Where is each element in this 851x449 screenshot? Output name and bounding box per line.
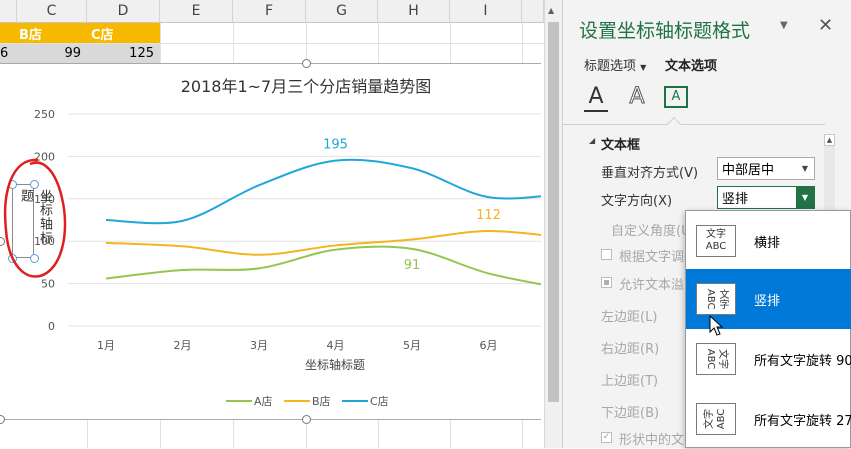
- y-tick-label: 250: [34, 108, 55, 121]
- stacked-text-icon: 文字ABC: [696, 283, 736, 315]
- text-direction-combo[interactable]: 竖排 ▼: [717, 186, 815, 209]
- rotate-270-text-icon: 文字ABC: [696, 403, 736, 435]
- cell-c-value[interactable]: 99: [17, 44, 87, 63]
- text-direction-label: 文字方向(X): [601, 194, 673, 209]
- wrap-checkbox[interactable]: ✓: [601, 432, 612, 443]
- top-margin-label: 上边距(T): [601, 374, 659, 389]
- vertical-scrollbar[interactable]: ▲: [544, 0, 562, 448]
- scrollbar-thumb[interactable]: [548, 22, 559, 402]
- chart-resize-handle-bottom-left[interactable]: [0, 415, 5, 424]
- column-header-g[interactable]: G: [306, 0, 378, 23]
- column-header-e[interactable]: E: [160, 0, 233, 23]
- dropdown-item-rotate-270[interactable]: 文字ABC 所有文字旋转 270°: [686, 389, 851, 449]
- x-tick-label: 3月: [250, 339, 268, 352]
- right-margin-label: 右边距(R): [601, 342, 660, 357]
- x-tick-label: 6月: [480, 339, 498, 352]
- legend: A店 B店 C店: [226, 394, 389, 408]
- bottom-margin-label: 下边距(B): [601, 406, 660, 421]
- tab-title-options[interactable]: 标题选项 ▼: [584, 55, 646, 74]
- x-axis-title[interactable]: 坐标轴标题: [305, 357, 365, 372]
- chart-title[interactable]: 2018年1~7月三个分店销量趋势图: [181, 77, 432, 96]
- custom-angle-label: 自定义角度(U): [611, 224, 696, 239]
- rotate-90-text-icon: 文字ABC: [696, 343, 736, 375]
- column-header-i[interactable]: I: [450, 0, 522, 23]
- cell-b-store-header[interactable]: B店: [0, 23, 87, 43]
- data-label: 195: [323, 138, 348, 153]
- divider: [563, 124, 825, 125]
- section-header-textbox[interactable]: 文本框: [601, 134, 640, 153]
- text-fill-icon[interactable]: A: [584, 86, 608, 112]
- valign-label: 垂直对齐方式(V): [601, 166, 699, 181]
- left-margin-label: 左边距(L): [601, 310, 658, 325]
- cell-c-store-header[interactable]: C店: [87, 23, 160, 43]
- column-header-h[interactable]: H: [378, 0, 450, 23]
- scroll-up-arrow-icon[interactable]: ▲: [824, 134, 835, 146]
- resize-checkbox[interactable]: [601, 249, 612, 260]
- spreadsheet: C D E F G H I B店 C店 6 99 125 2018年1~7月三个…: [0, 0, 544, 448]
- cell-d-value[interactable]: 125: [87, 44, 160, 63]
- data-label: 91: [404, 258, 421, 273]
- y-tick-label: 0: [48, 320, 55, 333]
- chart-resize-handle-bottom[interactable]: [302, 415, 311, 424]
- column-header-b-partial[interactable]: [0, 0, 17, 23]
- x-tick-label: 4月: [327, 339, 345, 352]
- text-box-icon[interactable]: A: [664, 86, 688, 108]
- gridlines: [68, 113, 541, 327]
- close-icon[interactable]: ✕: [818, 15, 833, 36]
- overflow-checkbox[interactable]: [601, 277, 612, 288]
- panel-menu-chevron-icon[interactable]: ▼: [780, 20, 788, 31]
- x-tick-label: 1月: [97, 339, 115, 352]
- line-chart[interactable]: 2018年1~7月三个分店销量趋势图 050100150200250 1月 2月 3…: [0, 64, 541, 421]
- x-tick-label: 5月: [403, 339, 421, 352]
- column-header-c[interactable]: C: [17, 0, 87, 23]
- column-header-d[interactable]: D: [87, 0, 160, 23]
- legend-label: C店: [370, 394, 389, 408]
- dropdown-item-rotate-90[interactable]: 文字ABC 所有文字旋转 90°: [686, 329, 851, 389]
- panel-title: 设置坐标轴标题格式: [579, 20, 751, 42]
- x-tick-label: 2月: [174, 339, 192, 352]
- chevron-down-icon[interactable]: ▼: [796, 187, 814, 208]
- tab-text-options[interactable]: 文本选项: [665, 55, 717, 74]
- dropdown-item-horizontal[interactable]: 文字 ABC 横排: [686, 211, 851, 271]
- chart-area[interactable]: 2018年1~7月三个分店销量趋势图 0 50 100 150 200 250 1月 2月 3…: [0, 59, 541, 424]
- series-line: [105, 245, 541, 286]
- series-lines: [105, 158, 541, 286]
- text-outline-icon[interactable]: A: [625, 85, 649, 112]
- collapse-triangle-icon[interactable]: ◢: [589, 136, 595, 145]
- column-header-j-partial[interactable]: [522, 0, 544, 23]
- x-ticks: 1月2月3月4月5月6月7月: [97, 339, 498, 352]
- valign-combo[interactable]: 中部居中 ▼: [717, 157, 815, 180]
- legend-label: B店: [312, 394, 331, 408]
- chart-resize-handle-top[interactable]: [302, 59, 311, 68]
- column-header-f[interactable]: F: [233, 0, 306, 23]
- mouse-cursor-icon: [709, 315, 724, 336]
- scroll-up-arrow-icon[interactable]: ▲: [548, 6, 554, 15]
- data-label: 112: [476, 208, 501, 223]
- horizontal-text-icon: 文字 ABC: [696, 225, 736, 257]
- tab-pointer: [666, 116, 682, 132]
- tab-dropdown-icon: ▼: [640, 63, 647, 72]
- legend-label: A店: [254, 394, 273, 408]
- red-annotation-circle: [3, 158, 67, 278]
- checkbox-indeterminate: [604, 280, 609, 285]
- data-labels: 195 112 91: [323, 138, 501, 273]
- chevron-down-icon[interactable]: ▼: [796, 158, 814, 179]
